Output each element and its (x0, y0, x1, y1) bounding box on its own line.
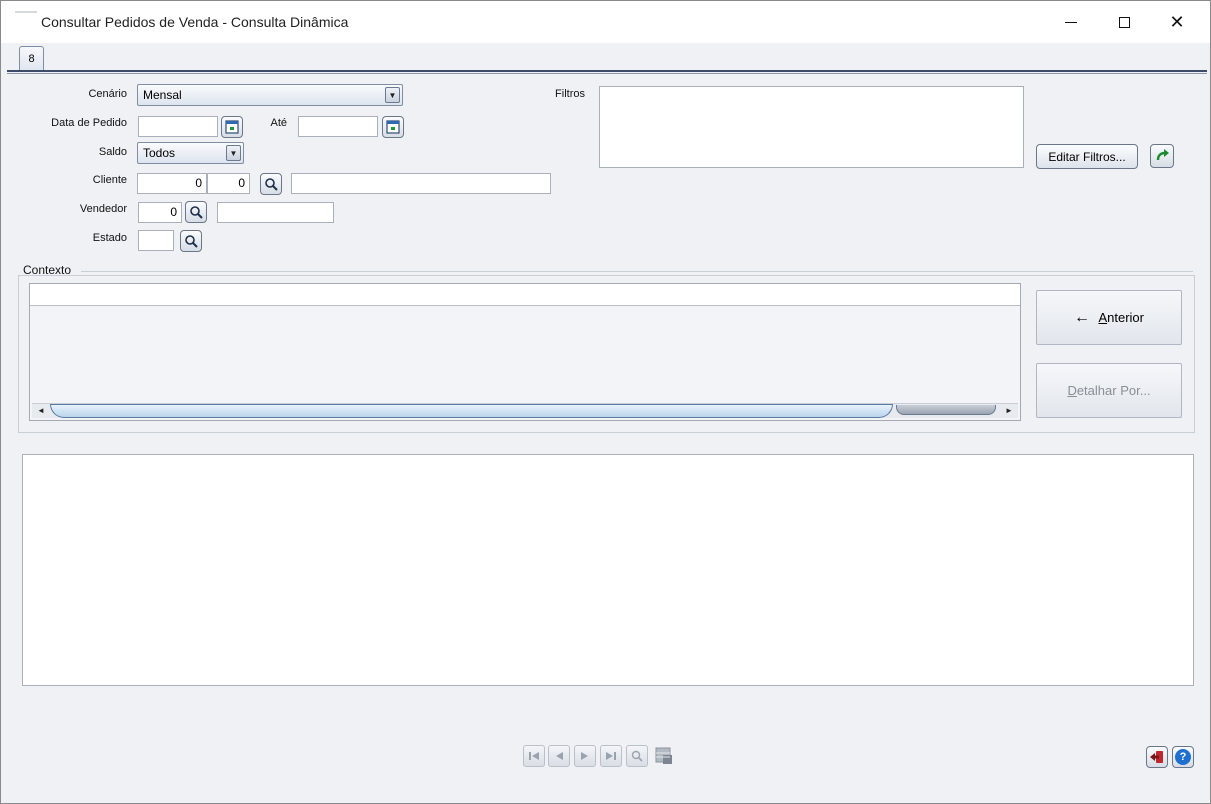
maximize-button[interactable] (1102, 7, 1146, 37)
grid-view-icon (655, 747, 672, 764)
context-group-line (81, 271, 1193, 272)
vendedor-name-input[interactable] (217, 202, 334, 223)
scroll-track-end (896, 405, 996, 415)
next-record-button[interactable] (574, 745, 596, 767)
detalhar-label: etalhar Por... (1076, 383, 1151, 398)
cliente-label: Cliente (92, 174, 127, 186)
cliente-search-button[interactable] (260, 173, 282, 195)
close-icon: ✕ (1169, 11, 1185, 32)
exit-button[interactable] (1146, 746, 1168, 768)
cliente-code-input[interactable]: 0 (137, 173, 207, 194)
chevron-down-icon[interactable]: ▼ (226, 145, 241, 161)
ate-input[interactable] (298, 116, 378, 137)
first-record-icon (529, 752, 539, 760)
estado-label: Estado (92, 232, 127, 244)
minimize-icon (1065, 21, 1077, 23)
scroll-right-icon[interactable]: ► (1002, 405, 1016, 417)
search-record-button[interactable] (626, 745, 648, 767)
title-bar: Consultar Pedidos de Venda - Consulta Di… (1, 1, 1210, 43)
anterior-button[interactable]: ← Anterior (1036, 290, 1182, 345)
cenario-value: Mensal (143, 88, 182, 102)
saldo-label: Saldo (98, 146, 127, 158)
close-button[interactable]: ✕ (1155, 7, 1199, 37)
cliente-name-input[interactable] (291, 173, 551, 194)
last-record-icon (606, 752, 616, 760)
context-grid[interactable]: ◄ ► (29, 283, 1021, 421)
anterior-label: nterior (1107, 310, 1144, 325)
anterior-accel: A (1098, 310, 1108, 325)
estado-search-button[interactable] (180, 230, 202, 252)
context-grid-hscrollbar[interactable]: ◄ ► (32, 403, 1018, 418)
tab-divider (7, 70, 1207, 72)
calendar-icon (225, 120, 239, 134)
scroll-thumb[interactable] (50, 404, 893, 418)
grid-view-button[interactable] (653, 745, 675, 767)
results-panel[interactable] (22, 454, 1194, 686)
context-grid-header (30, 284, 1020, 306)
help-button[interactable]: ? (1172, 746, 1194, 768)
window-title: Consultar Pedidos de Venda - Consulta Di… (41, 14, 349, 30)
vendedor-label: Vendedor (79, 203, 127, 215)
filtros-label: Filtros (555, 88, 585, 100)
refresh-button[interactable] (1150, 144, 1174, 168)
data-pedido-label: Data de Pedido (51, 117, 127, 129)
saldo-value: Todos (143, 146, 176, 160)
filtros-textarea[interactable] (599, 86, 1024, 168)
tab-strip: 8 (1, 43, 1210, 73)
search-icon (190, 206, 203, 219)
tab-divider-shadow (7, 73, 1207, 74)
cenario-label: Cenário (88, 88, 127, 100)
app-window: Consultar Pedidos de Venda - Consulta Di… (0, 0, 1211, 804)
vendedor-search-button[interactable] (185, 201, 207, 223)
chevron-down-icon[interactable]: ▼ (385, 87, 400, 103)
ate-label: Até (270, 117, 287, 129)
detalhar-accel: D (1067, 383, 1077, 398)
refresh-arrow-icon (1156, 149, 1169, 161)
arrow-left-icon: ← (1074, 308, 1095, 326)
vendedor-code-input[interactable]: 0 (138, 202, 182, 223)
last-record-button[interactable] (600, 745, 622, 767)
search-record-icon (631, 750, 643, 762)
previous-record-button[interactable] (548, 745, 570, 767)
minimize-button[interactable] (1049, 7, 1093, 37)
data-pedido-input[interactable] (138, 116, 218, 137)
cenario-select[interactable]: Mensal ▼ (137, 84, 403, 106)
app-logo (15, 11, 37, 13)
help-icon: ? (1175, 749, 1191, 765)
exit-icon (1150, 751, 1163, 763)
next-record-icon (581, 752, 588, 760)
calendar-icon (386, 120, 400, 134)
estado-input[interactable] (138, 230, 174, 251)
first-record-button[interactable] (523, 745, 545, 767)
detalhar-por-button[interactable]: Detalhar Por... (1036, 363, 1182, 418)
cliente-store-input[interactable]: 0 (207, 173, 250, 194)
ate-calendar-button[interactable] (382, 116, 404, 138)
maximize-icon (1118, 16, 1130, 28)
tab-8[interactable]: 8 (19, 46, 44, 71)
data-pedido-calendar-button[interactable] (221, 116, 243, 138)
search-icon (265, 178, 278, 191)
search-icon (185, 235, 198, 248)
saldo-select[interactable]: Todos ▼ (137, 142, 244, 164)
edit-filters-button[interactable]: Editar Filtros... (1036, 144, 1138, 169)
scroll-left-icon[interactable]: ◄ (34, 405, 48, 417)
previous-record-icon (556, 752, 563, 760)
